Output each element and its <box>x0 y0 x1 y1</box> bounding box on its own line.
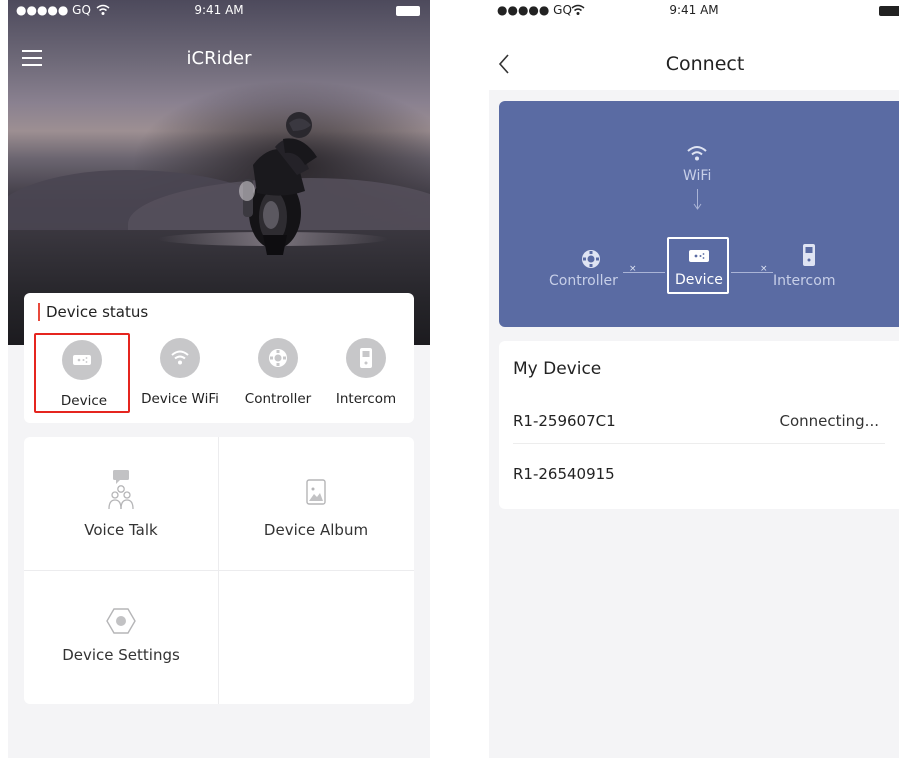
wifi-node-icon <box>687 146 707 161</box>
voice-talk-label: Voice Talk <box>84 521 158 539</box>
device-node[interactable]: Device <box>667 237 729 294</box>
status-time: 9:41 AM <box>669 3 719 17</box>
battery-icon <box>879 6 899 16</box>
status-device-wifi-label: Device WiFi <box>141 391 219 407</box>
status-device-button[interactable]: Device <box>34 333 130 413</box>
device-settings-label: Device Settings <box>62 646 180 664</box>
intercom-icon <box>346 338 386 378</box>
device-list-item[interactable]: R1-26540915 <box>513 453 899 497</box>
my-device-heading: My Device <box>513 359 602 379</box>
device-name: R1-26540915 <box>513 465 615 483</box>
device-name: R1-259607C1 <box>513 412 616 430</box>
disconnected-mark: × <box>629 264 637 274</box>
device-status-card: Device status Device Device WiFi Control… <box>24 293 414 423</box>
status-device-wifi-button[interactable]: Device WiFi <box>132 333 228 413</box>
intercom-node-icon <box>803 244 815 266</box>
connection-diagram: WiFi Controller × Device × Intercom <box>499 101 899 327</box>
status-device-label: Device <box>60 393 108 409</box>
status-controller-button[interactable]: Controller <box>230 333 326 413</box>
device-album-label: Device Album <box>263 521 369 539</box>
device-node-label: Device <box>675 272 723 288</box>
device-settings-button[interactable]: Device Settings <box>24 571 218 704</box>
device-node-icon <box>689 250 709 262</box>
device-list-item[interactable]: R1-259607C1 Connecting... <box>513 400 899 444</box>
device-icon <box>62 340 102 380</box>
controller-icon <box>258 338 298 378</box>
status-bar: ●●●●● GQ 9:41 AM <box>8 0 430 22</box>
voice-talk-icon <box>108 470 134 510</box>
home-screen: ●●●●● GQ 9:41 AM iCRider Device status D… <box>8 0 430 758</box>
status-controller-label: Controller <box>244 391 312 407</box>
intercom-node-label: Intercom <box>773 273 836 289</box>
top-navigation: iCRider <box>8 40 430 76</box>
device-connection-state: Connecting... <box>779 412 879 430</box>
status-bar: ●●●●● GQ 9:41 AM <box>489 0 899 22</box>
device-status-heading: Device status <box>38 303 148 321</box>
wifi-node-label: WiFi <box>683 168 712 184</box>
settings-icon <box>106 608 136 634</box>
connect-screen: ●●●●● GQ 9:41 AM Connect WiFi Controller… <box>489 0 899 758</box>
wifi-icon <box>160 338 200 378</box>
battery-icon <box>396 6 420 16</box>
status-time: 9:41 AM <box>194 3 244 17</box>
page-title: Connect <box>665 53 745 75</box>
app-title: iCRider <box>186 48 252 69</box>
my-device-card: My Device R1-259607C1 Connecting... R1-2… <box>499 341 899 509</box>
motorcycle-rider-icon <box>239 112 317 255</box>
album-icon <box>306 479 326 505</box>
controller-node-icon <box>582 250 600 268</box>
voice-talk-button[interactable]: Voice Talk <box>24 437 218 570</box>
feature-menu-card: Voice Talk Device Album Device Settings <box>24 437 414 704</box>
disconnected-mark: × <box>760 264 768 274</box>
status-intercom-button[interactable]: Intercom <box>318 333 414 413</box>
arrow-down-icon <box>693 203 702 210</box>
top-bar: ●●●●● GQ 9:41 AM Connect <box>489 0 899 90</box>
device-album-button[interactable]: Device Album <box>219 437 413 570</box>
controller-node-label: Controller <box>549 273 618 289</box>
status-intercom-label: Intercom <box>335 391 397 407</box>
list-divider <box>513 443 885 444</box>
